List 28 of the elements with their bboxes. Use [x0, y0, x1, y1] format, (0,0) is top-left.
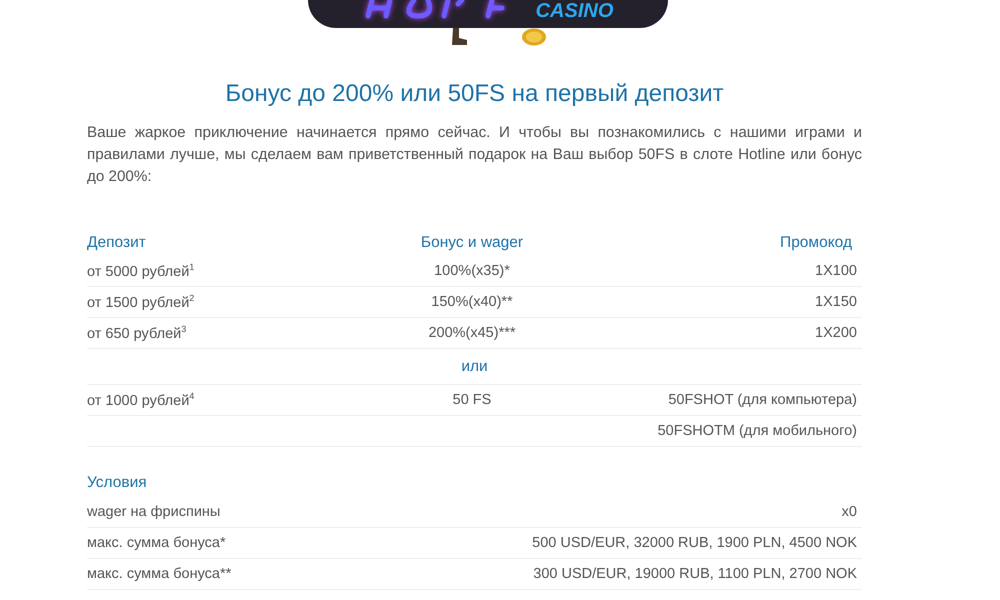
condition-label: wager на фриспины: [87, 504, 220, 520]
promo-code-cell-text: 1X100: [814, 263, 857, 279]
bonus-header: Бонус и wager: [420, 234, 524, 252]
bonus-cell-text: 150%(x40)**: [430, 294, 514, 310]
page-title: Бонус до 200% или 50FS на первый депозит: [224, 80, 725, 108]
promo-code-cell-text: 50FSHOTM (для мобильного): [656, 423, 857, 439]
deposit-cell-text: от 650 рублей$^{3}$: [87, 324, 188, 342]
condition-value: x0: [842, 504, 857, 520]
logo-text: CASINO: [536, 0, 614, 22]
promo-code-cell-text: 1X150: [814, 294, 857, 310]
condition-value: 300 USD/EUR, 19000 RUB, 1100 PLN, 2700 NOK: [533, 566, 857, 582]
deposit-cell-text: от 1000 рублей$^{4}$: [87, 391, 196, 409]
coin-icon: [520, 28, 546, 46]
bonus-cell-text: 100%(x35)*: [433, 263, 511, 279]
bonus-cell-text: 200%(x45)***: [427, 325, 517, 341]
bonus-cell-text: 50 FS: [452, 392, 492, 408]
condition-value: 500 USD/EUR, 32000 RUB, 1900 PLN, 4500 NOK: [532, 535, 857, 551]
conditions-heading: Условия: [87, 473, 148, 493]
condition-label: макс. сумма бонуса*: [87, 535, 226, 551]
deposit-header: Депозит: [87, 234, 147, 252]
deposit-cell-text: от 1500 рублей$^{2}$: [87, 293, 196, 311]
intro-paragraph: Ваше жаркое приключение начинается прямо сейчас. И чтобы вы познакомились с нашими играми и правилами лучше, мы сделаем вам приветственный подарок на Ваш выбор 50FS в слоте Hotline или бонус до 200%:: [87, 123, 862, 187]
promo-code-cell-text: 50FSHOT (для компьютера): [667, 392, 857, 408]
or-label: или: [461, 358, 488, 376]
deposit-cell-text: от 5000 рублей$^{1}$: [87, 262, 196, 280]
condition-label: макс. сумма бонуса**: [87, 566, 232, 582]
promo-code-header: Промокод: [779, 234, 853, 252]
promo-code-cell-text: 1X200: [814, 325, 857, 341]
